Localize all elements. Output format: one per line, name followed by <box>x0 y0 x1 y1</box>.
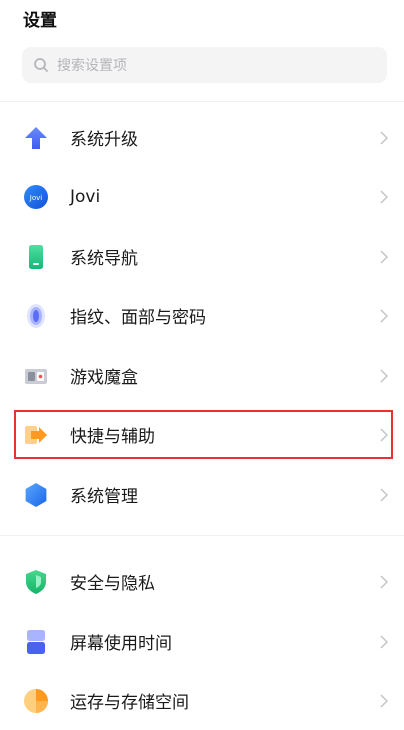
settings-item-memory-storage[interactable]: 运存与存储空间 <box>0 671 404 730</box>
chevron-right-icon <box>380 308 388 323</box>
item-label: 屏幕使用时间 <box>70 634 172 654</box>
game-box-icon <box>25 368 47 384</box>
chevron-right-icon <box>380 574 388 589</box>
arrow-up-icon <box>25 126 47 149</box>
svg-text:Jovi: Jovi <box>29 194 42 202</box>
chevron-right-icon <box>380 368 388 383</box>
item-label: 安全与隐私 <box>70 574 155 594</box>
settings-item-fingerprint-face-password[interactable]: 指纹、面部与密码 <box>0 286 404 345</box>
search-placeholder: 搜索设置项 <box>57 58 127 74</box>
item-label: 游戏魔盒 <box>70 368 138 388</box>
settings-item-screen-time[interactable]: 屏幕使用时间 <box>0 612 404 671</box>
settings-item-system-management[interactable]: 系统管理 <box>0 465 404 524</box>
chevron-right-icon <box>380 634 388 649</box>
highlight-box <box>14 410 393 459</box>
shield-icon <box>26 569 46 594</box>
item-label: 系统管理 <box>70 487 138 507</box>
settings-item-system-update[interactable]: 系统升级 <box>0 108 404 167</box>
search-bar[interactable]: 搜索设置项 <box>22 47 387 83</box>
chevron-right-icon <box>380 693 388 708</box>
page-title: 设置 <box>23 11 57 31</box>
jovi-icon: Jovi <box>24 184 48 209</box>
divider <box>0 535 404 536</box>
item-label: 运存与存储空间 <box>70 693 189 713</box>
storage-pie-icon <box>24 688 48 713</box>
chevron-right-icon <box>380 487 388 502</box>
phone-nav-icon <box>29 244 43 269</box>
settings-item-security-privacy[interactable]: 安全与隐私 <box>0 552 404 611</box>
chevron-right-icon <box>380 130 388 145</box>
fingerprint-icon <box>27 303 45 328</box>
item-label: 指纹、面部与密码 <box>70 308 206 328</box>
settings-item-game-box[interactable]: 游戏魔盒 <box>0 346 404 405</box>
chevron-right-icon <box>380 249 388 264</box>
chevron-right-icon <box>380 189 388 204</box>
search-icon <box>34 58 48 72</box>
screen-time-icon <box>27 629 45 654</box>
settings-item-system-navigation[interactable]: 系统导航 <box>0 227 404 286</box>
settings-item-jovi[interactable]: Jovi Jovi <box>0 167 404 226</box>
hexagon-icon <box>25 482 47 507</box>
item-label: Jovi <box>70 186 101 207</box>
item-label: 系统升级 <box>70 130 138 150</box>
divider <box>0 101 404 102</box>
item-label: 系统导航 <box>70 249 138 269</box>
